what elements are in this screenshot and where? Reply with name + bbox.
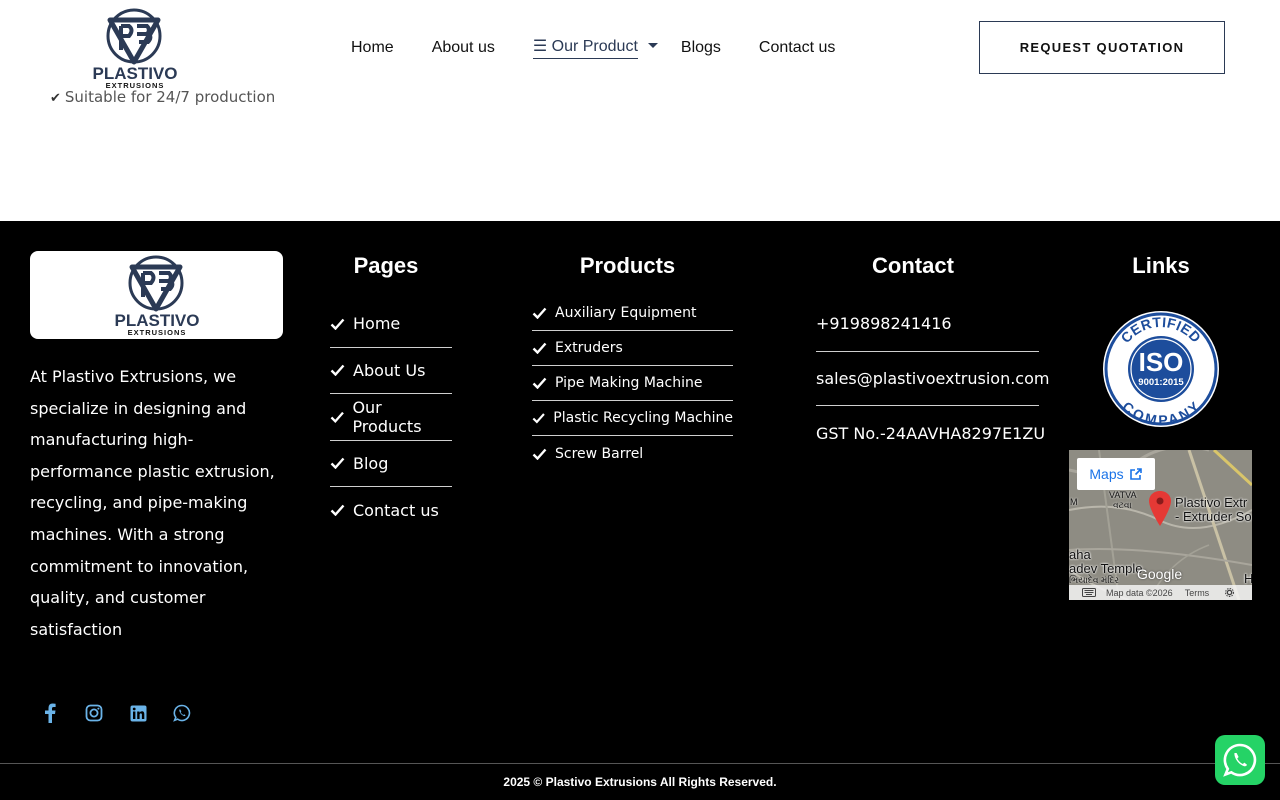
- google-logo: Google: [1137, 566, 1183, 582]
- list-item[interactable]: Plastic Recycling Machine: [532, 401, 733, 436]
- copyright-bar: 2025 © Plastivo Extrusions All Rights Re…: [0, 763, 1280, 800]
- map-area-label: VATVA: [1109, 490, 1137, 500]
- page-link-products[interactable]: Our Products: [352, 398, 452, 436]
- iso-number-text: 9001:2015: [1138, 377, 1184, 388]
- map-temple-line1: aha: [1069, 547, 1091, 562]
- check-icon: [330, 504, 345, 517]
- map-attribution: Map data ©2026 Terms: [1069, 585, 1252, 600]
- list-item[interactable]: About Us: [330, 348, 452, 394]
- open-maps-button[interactable]: Maps: [1077, 458, 1155, 490]
- page-link-contact[interactable]: Contact us: [353, 501, 439, 520]
- list-item[interactable]: Blog: [330, 441, 452, 487]
- contact-list: +919898241416 sales@plastivoextrusion.co…: [816, 297, 1049, 461]
- list-item[interactable]: Extruders: [532, 331, 733, 366]
- list-item[interactable]: Contact us: [330, 487, 452, 534]
- external-link-icon: [1129, 468, 1142, 480]
- page-link-blog[interactable]: Blog: [353, 454, 388, 473]
- footer-logo[interactable]: PLASTIVO EXTRUSIONS: [30, 251, 283, 339]
- chevron-down-icon[interactable]: [647, 43, 658, 48]
- product-link-screw-barrel[interactable]: Screw Barrel: [555, 446, 643, 462]
- links-heading: Links: [1132, 253, 1190, 278]
- maps-button-label: Maps: [1089, 466, 1124, 482]
- page-link-about[interactable]: About Us: [353, 361, 425, 380]
- pages-list: Home About Us Our Products Blog Contact …: [330, 301, 452, 534]
- product-link-recycling[interactable]: Plastic Recycling Machine: [553, 410, 733, 426]
- map-data-text: Map data ©2026: [1106, 587, 1173, 598]
- check-icon: [532, 377, 547, 389]
- iso-main-text: ISO: [1139, 347, 1184, 377]
- contact-email[interactable]: sales@plastivoextrusion.com: [816, 352, 1049, 406]
- contact-phone[interactable]: +919898241416: [816, 297, 1039, 352]
- iso-certified-badge: CERTIFIED COMPANY ISO 9001:2015: [1103, 311, 1219, 429]
- footer-about-text: At Plastivo Extrusions, we specialize in…: [30, 367, 275, 639]
- nav-our-product[interactable]: ☰ Our Product: [532, 36, 638, 59]
- whatsapp-icon[interactable]: [170, 701, 194, 725]
- site-header: PLASTIVO EXTRUSIONS Home About us ☰ Our …: [0, 0, 1280, 92]
- check-icon: [532, 448, 547, 460]
- products-heading: Products: [579, 253, 676, 278]
- list-item[interactable]: Our Products: [330, 394, 452, 441]
- whatsapp-chat-button[interactable]: [1215, 735, 1265, 785]
- check-icon: [330, 411, 344, 423]
- copyright-text: 2025 © Plastivo Extrusions All Rights Re…: [503, 775, 777, 789]
- check-icon: [330, 318, 345, 330]
- products-list: Auxiliary Equipment Extruders Pipe Makin…: [532, 296, 733, 471]
- contact-heading: Contact: [872, 253, 954, 278]
- map-edge-m: M: [1070, 497, 1078, 507]
- logo-mark-icon: PLASTIVO EXTRUSIONS: [92, 8, 178, 90]
- gear-icon[interactable]: [1225, 588, 1235, 597]
- map-place-line2: - Extruder So: [1175, 509, 1252, 524]
- request-quotation-button[interactable]: REQUEST QUOTATION: [979, 21, 1225, 74]
- check-icon: [330, 457, 345, 470]
- nav-blogs[interactable]: Blogs: [681, 39, 721, 57]
- social-links: [38, 701, 214, 725]
- product-link-pipe[interactable]: Pipe Making Machine: [555, 375, 702, 391]
- map-temple-line2: adev Temple: [1069, 561, 1143, 576]
- check-icon: [532, 413, 545, 424]
- site-footer: PLASTIVO EXTRUSIONS At Plastivo Extrusio…: [0, 221, 1280, 800]
- check-icon: [330, 364, 345, 377]
- whatsapp-icon: [1223, 743, 1257, 777]
- check-icon: [532, 307, 547, 319]
- pages-heading: Pages: [353, 253, 419, 278]
- map-edge-h: H: [1244, 571, 1252, 586]
- list-item[interactable]: Screw Barrel: [532, 436, 733, 471]
- product-link-auxiliary[interactable]: Auxiliary Equipment: [555, 305, 696, 321]
- map-area-local: વટવા: [1113, 500, 1132, 510]
- location-map[interactable]: Maps VATVA વટવા M Plastivo Extr - Extrud…: [1069, 450, 1252, 600]
- map-place-line1: Plastivo Extr: [1175, 495, 1248, 510]
- brand-logo[interactable]: PLASTIVO EXTRUSIONS: [92, 6, 178, 90]
- list-item[interactable]: Pipe Making Machine: [532, 366, 733, 401]
- nav-home[interactable]: Home: [351, 39, 394, 57]
- facebook-icon[interactable]: [38, 701, 62, 725]
- check-icon: ✔: [50, 91, 61, 106]
- logo-subtitle: EXTRUSIONS: [106, 81, 165, 90]
- main-nav: Home About us ☰ Our Product Blogs Contac…: [351, 36, 873, 59]
- list-item[interactable]: Auxiliary Equipment: [532, 296, 733, 331]
- map-terms-link[interactable]: Terms: [1185, 588, 1210, 598]
- list-item[interactable]: Home: [330, 301, 452, 348]
- product-link-extruders[interactable]: Extruders: [555, 340, 623, 356]
- logo-mark-icon: PLASTIVO EXTRUSIONS: [114, 255, 199, 337]
- keyboard-icon[interactable]: [1082, 588, 1096, 597]
- instagram-icon[interactable]: [82, 701, 106, 725]
- page-link-home[interactable]: Home: [353, 314, 400, 333]
- contact-gst: GST No.-24AAVHA8297E1ZU: [816, 423, 1046, 443]
- linkedin-icon[interactable]: [126, 701, 150, 725]
- nav-contact[interactable]: Contact us: [759, 39, 835, 57]
- nav-about[interactable]: About us: [432, 39, 495, 57]
- check-icon: [532, 342, 547, 354]
- footer-logo-subtitle: EXTRUSIONS: [127, 328, 186, 337]
